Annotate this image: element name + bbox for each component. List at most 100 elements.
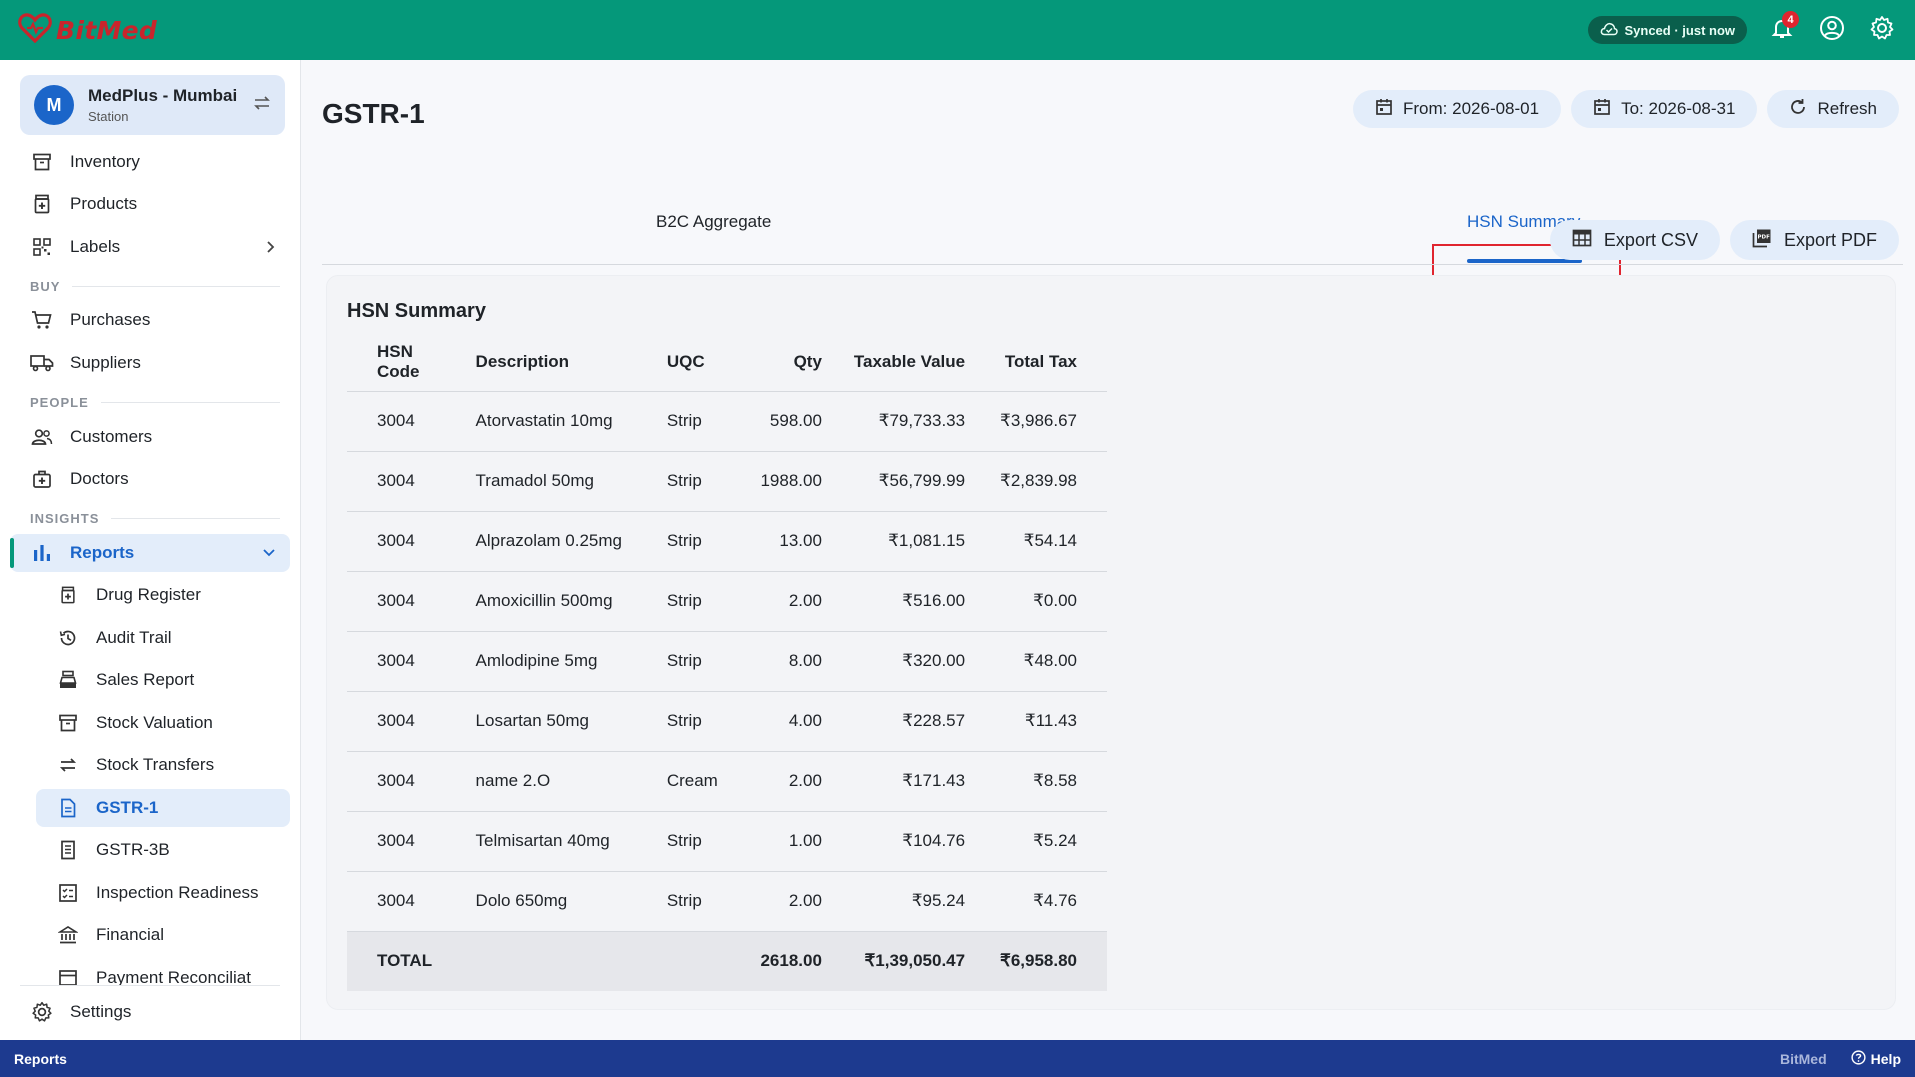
sidebar-item-label: Customers — [70, 427, 153, 446]
date-toolbar: From: 2026-08-01 To: 2026-08-31 Refresh — [1353, 90, 1899, 128]
swap-icon — [253, 95, 271, 116]
help-circle-icon — [1851, 1049, 1866, 1068]
column-header-qty[interactable]: Qty — [733, 334, 836, 392]
refresh-button[interactable]: Refresh — [1767, 90, 1899, 128]
sidebar-item-label: Purchases — [70, 310, 151, 329]
taxable-value-cell: ₹104.76 — [835, 811, 980, 872]
taxable-value-cell: ₹228.57 — [835, 691, 980, 752]
brand-logo[interactable]: BitMed — [18, 12, 157, 48]
sidebar-item-customers[interactable]: Customers — [10, 418, 290, 456]
table-icon — [1572, 229, 1592, 252]
uqc-cell: Strip — [652, 691, 734, 752]
total-tax-cell: ₹8.58 — [979, 751, 1107, 812]
sidebar-item-label: GSTR-3B — [96, 840, 170, 859]
hsn-summary-table: HSN Code Description UQC Qty Taxable Val… — [347, 334, 1107, 991]
table-row: 3004 Telmisartan 40mg Strip 1.00 ₹104.76 ₹5.2… — [347, 811, 1107, 872]
hsn-code-cell: 3004 — [347, 871, 462, 932]
sidebar-item-reports[interactable]: Reports — [10, 534, 290, 572]
sidebar-item-financial[interactable]: Financial — [36, 916, 290, 954]
column-header-uqc[interactable]: UQC — [652, 334, 734, 392]
export-pdf-label: Export PDF — [1783, 229, 1877, 250]
uqc-cell: Strip — [652, 451, 734, 512]
column-header-taxable-value[interactable]: Taxable Value — [835, 334, 980, 392]
history-icon — [56, 626, 80, 650]
qty-cell: 4.00 — [733, 691, 836, 752]
sync-status-badge[interactable]: Synced · just now — [1588, 16, 1747, 44]
current-section-label: Reports — [14, 1050, 67, 1067]
sidebar-item-doctors[interactable]: Doctors — [10, 460, 290, 498]
sidebar-item-stock-transfers[interactable]: Stock Transfers — [36, 746, 290, 784]
to-date-picker[interactable]: To: 2026-08-31 — [1571, 90, 1758, 128]
description-cell: Losartan 50mg — [461, 691, 653, 752]
total-row: TOTAL 2618.00 ₹1,39,050.47 ₹6,958.80 — [347, 931, 1107, 991]
table-row: 3004 Alprazolam 0.25mg Strip 13.00 ₹1,081.15… — [347, 511, 1107, 572]
document-icon — [56, 796, 80, 820]
user-circle-icon — [1819, 15, 1845, 46]
sidebar-item-payment-reconciliation[interactable]: Payment Reconciliat — [36, 959, 290, 985]
sidebar-item-suppliers[interactable]: Suppliers — [10, 344, 290, 382]
settings-button[interactable] — [1867, 15, 1897, 45]
table-row: 3004 Atorvastatin 10mg Strip 598.00 ₹79,733.… — [347, 391, 1107, 452]
table-row: 3004 Amoxicillin 500mg Strip 2.00 ₹516.00 ₹0.… — [347, 571, 1107, 632]
description-cell: Amlodipine 5mg — [461, 631, 653, 692]
hsn-code-cell: 3004 — [347, 751, 462, 812]
sidebar-item-inspection-readiness[interactable]: Inspection Readiness — [36, 874, 290, 912]
sidebar-item-label: Payment Reconciliat — [96, 968, 251, 985]
sidebar-item-labels[interactable]: Labels — [10, 228, 290, 266]
sidebar-item-drug-register[interactable]: Drug Register — [36, 576, 290, 614]
sidebar-item-settings[interactable]: Settings — [10, 993, 290, 1031]
sidebar-item-stock-valuation[interactable]: Stock Valuation — [36, 704, 290, 742]
sidebar-item-label: GSTR-1 — [96, 798, 159, 817]
calendar-icon — [1593, 98, 1611, 121]
sidebar-item-label: Stock Transfers — [96, 755, 215, 774]
taxable-value-cell: ₹1,081.15 — [835, 511, 980, 572]
sidebar-item-gstr-1[interactable]: GSTR-1 — [36, 789, 290, 827]
help-button[interactable]: Help — [1851, 1049, 1901, 1068]
export-toolbar: Export CSV PDF Export PDF — [1549, 220, 1899, 260]
account-button[interactable] — [1817, 15, 1847, 45]
description-cell: name 2.O — [461, 751, 653, 812]
notifications-button[interactable]: 4 — [1767, 11, 1799, 45]
section-label-buy: BUY — [30, 279, 280, 294]
qty-cell: 2.00 — [733, 871, 836, 932]
from-date-picker[interactable]: From: 2026-08-01 — [1353, 90, 1562, 128]
taxable-value-cell: ₹95.24 — [835, 871, 980, 932]
hsn-code-cell: 3004 — [347, 391, 462, 452]
cloud-check-icon — [1600, 22, 1619, 39]
column-header-total-tax[interactable]: Total Tax — [979, 334, 1107, 392]
heart-logo-icon — [18, 12, 52, 48]
sidebar-item-label: Drug Register — [96, 585, 201, 604]
total-tax-cell: ₹11.43 — [979, 691, 1107, 752]
sidebar-item-label: Inventory — [70, 152, 140, 171]
taxable-value-cell: ₹320.00 — [835, 631, 980, 692]
column-header-description[interactable]: Description — [461, 334, 653, 392]
sidebar-item-products[interactable]: Products — [10, 185, 290, 223]
archive-icon — [30, 150, 54, 174]
checklist-icon — [56, 881, 80, 905]
sidebar-item-gstr-3b[interactable]: GSTR-3B — [36, 831, 290, 869]
users-icon — [30, 425, 54, 449]
total-tax-cell: ₹5.24 — [979, 811, 1107, 872]
bank-icon — [56, 923, 80, 947]
export-csv-button[interactable]: Export CSV — [1549, 220, 1720, 260]
bar-chart-icon — [30, 541, 54, 565]
sidebar-item-audit-trail[interactable]: Audit Trail — [36, 619, 290, 657]
sidebar-item-sales-report[interactable]: Sales Report — [36, 661, 290, 699]
table-row: 3004 name 2.O Cream 2.00 ₹171.43 ₹8.58 — [347, 751, 1107, 812]
main-content: GSTR-1 From: 2026-08-01 To: 2026-08-31 R… — [302, 60, 1915, 1040]
table-row: 3004 Losartan 50mg Strip 4.00 ₹228.57 ₹11.43 — [347, 691, 1107, 752]
hsn-code-cell: 3004 — [347, 511, 462, 572]
sidebar-item-label: Audit Trail — [96, 628, 172, 647]
export-pdf-button[interactable]: PDF Export PDF — [1729, 220, 1899, 260]
receipt-icon — [56, 838, 80, 862]
station-switcher[interactable]: M MedPlus - Mumbai Station — [20, 75, 285, 135]
hsn-code-cell: 3004 — [347, 691, 462, 752]
payment-icon — [56, 966, 80, 985]
taxable-value-cell: ₹171.43 — [835, 751, 980, 812]
uqc-cell: Strip — [652, 631, 734, 692]
sidebar-item-purchases[interactable]: Purchases — [10, 301, 290, 339]
tab-b2c-aggregate[interactable]: B2C Aggregate — [656, 212, 771, 232]
column-header-hsn-code[interactable]: HSN Code — [347, 334, 462, 392]
sidebar-item-inventory[interactable]: Inventory — [10, 143, 290, 181]
description-cell: Alprazolam 0.25mg — [461, 511, 653, 572]
